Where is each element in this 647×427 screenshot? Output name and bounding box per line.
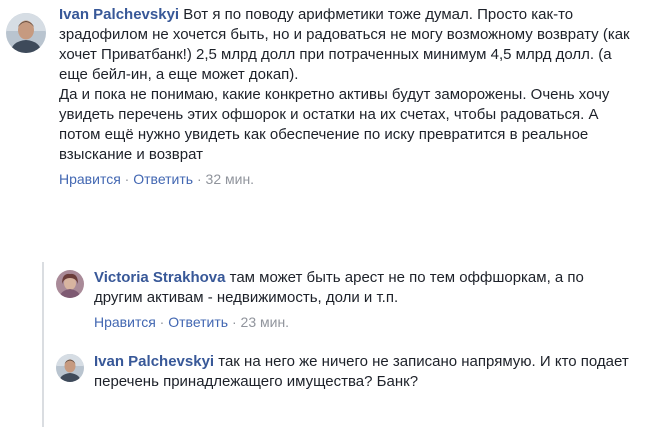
reply-victoria: Victoria Strakhova там может быть арест …	[56, 268, 642, 331]
comment-timestamp[interactable]: 23 мин.	[241, 314, 290, 330]
avatar[interactable]	[56, 354, 84, 382]
comment-content: Ivan Palchevskyi Вот я по поводу арифмет…	[59, 5, 639, 188]
comment-ivan-1: Ivan Palchevskyi Вот я по поводу арифмет…	[6, 5, 642, 188]
separator-dot: ·	[231, 314, 237, 330]
reply-button[interactable]: Ответить	[133, 171, 193, 187]
comment-paragraph-2: Да и пока не понимаю, какие конкретно ак…	[59, 86, 610, 163]
like-button[interactable]: Нравится	[94, 314, 156, 330]
reply-button[interactable]: Ответить	[168, 314, 228, 330]
comment-text: Victoria Strakhova там может быть арест …	[94, 268, 634, 308]
reply-ivan-2: Ivan Palchevskyi так на него же ничего н…	[56, 352, 642, 392]
comment-actions: Нравится · Ответить · 32 мин.	[59, 170, 639, 188]
separator-dot: ·	[124, 171, 130, 187]
like-button[interactable]: Нравится	[59, 171, 121, 187]
comment-text: Ivan Palchevskyi Вот я по поводу арифмет…	[59, 5, 639, 165]
comment-text: Ivan Palchevskyi так на него же ничего н…	[94, 352, 634, 392]
reply-thread-line	[42, 262, 44, 427]
comments-thread: Ivan Palchevskyi Вот я по поводу арифмет…	[0, 0, 647, 427]
comment-author[interactable]: Ivan Palchevskyi	[59, 6, 179, 23]
comment-content: Victoria Strakhova там может быть арест …	[94, 268, 634, 331]
comment-actions: Нравится · Ответить · 23 мин.	[94, 313, 634, 331]
avatar[interactable]	[6, 13, 46, 53]
comment-author[interactable]: Victoria Strakhova	[94, 269, 225, 286]
avatar[interactable]	[56, 270, 84, 298]
comment-timestamp[interactable]: 32 мин.	[206, 171, 255, 187]
comment-content: Ivan Palchevskyi так на него же ничего н…	[94, 352, 634, 392]
separator-dot: ·	[196, 171, 202, 187]
comment-author[interactable]: Ivan Palchevskyi	[94, 353, 214, 370]
separator-dot: ·	[159, 314, 165, 330]
